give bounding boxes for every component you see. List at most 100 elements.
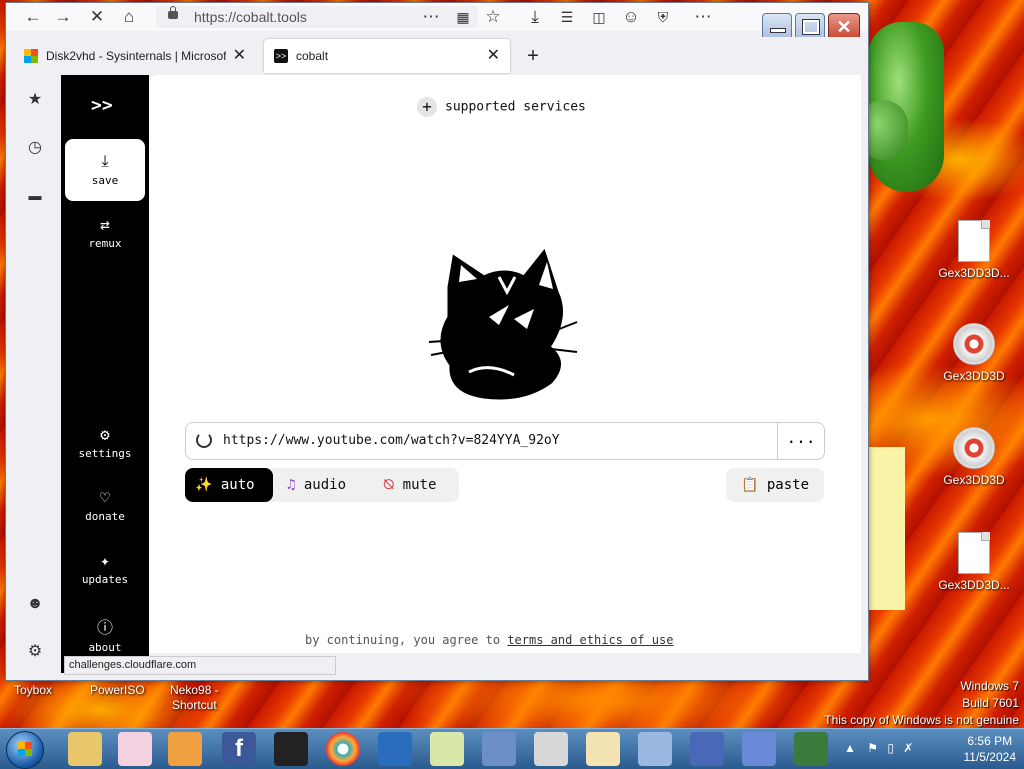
mode-audio-button[interactable]: ♫ audio	[277, 468, 356, 502]
file-icon	[958, 532, 990, 574]
navigation-toolbar: ← → ✕ ⌂ https://cobalt.tools ⋯ ▦ ☆ ⤓ ☰ ◫…	[6, 3, 868, 31]
home-icon[interactable]: ⌂	[118, 6, 140, 28]
history-clock-icon[interactable]: ◷	[24, 137, 46, 159]
tab-cobalt[interactable]: >> cobalt ✕	[264, 39, 510, 73]
loading-spinner-icon	[196, 432, 212, 448]
terminal-app-icon[interactable]	[794, 732, 828, 766]
desktop-icon-disc[interactable]: Gex3DD3D	[934, 427, 1014, 487]
account-icon[interactable]: ☺	[620, 6, 642, 28]
link-input[interactable]: https://www.youtube.com/watch?v=824YYA_9…	[185, 422, 825, 460]
page-actions-icon[interactable]: ⋯	[420, 6, 442, 28]
settings-gear-icon: ⚙	[100, 425, 110, 444]
search-app-icon[interactable]	[638, 732, 672, 766]
terms-link[interactable]: terms and ethics of use	[507, 633, 673, 647]
dolphin-app-icon[interactable]	[378, 732, 412, 766]
remux-icon: ⇄	[100, 215, 110, 234]
desktop-icon-file[interactable]: Gex3DD3D...	[934, 220, 1014, 280]
tab-strip: Disk2vhd - Sysinternals | Microsoft ✕ >>…	[6, 37, 868, 75]
nav-updates[interactable]: ✦ updates	[65, 551, 145, 586]
tab-close-icon[interactable]: ✕	[233, 39, 246, 73]
more-options-button[interactable]: ...	[777, 423, 824, 459]
terms-footer: by continuing, you agree to terms and et…	[305, 633, 673, 647]
microsoft-logo-icon	[24, 49, 38, 63]
bird-app-icon[interactable]	[742, 732, 776, 766]
start-button[interactable]	[6, 731, 44, 769]
clipboard-icon: 📋	[740, 477, 759, 493]
explorer-icon[interactable]	[68, 732, 102, 766]
mute-icon: ⦰	[383, 477, 395, 493]
shield-icon[interactable]: ⛨	[652, 6, 674, 28]
library-icon[interactable]: ☰	[556, 6, 578, 28]
bookmarks-star-icon[interactable]: ★	[24, 89, 46, 111]
power-icon[interactable]: ▯	[887, 741, 894, 755]
desktop-icon-label: Gex3DD3D	[943, 473, 1005, 487]
clock[interactable]: 6:56 PM 11/5/2024	[964, 733, 1017, 765]
volume-muted-icon[interactable]: ✗	[903, 741, 913, 755]
plus-icon: +	[417, 97, 437, 117]
taskbar: f ▲ ⚑ ▯ ✗ 6:56 PM 11/5/2024	[0, 728, 1024, 769]
mode-mute-button[interactable]: ⦰ mute	[373, 468, 446, 502]
cobalt-main: + supported services https://www.youtube.…	[149, 75, 861, 653]
nav-label: save	[91, 174, 119, 187]
lock-icon	[168, 6, 178, 19]
facebook-icon[interactable]: f	[222, 732, 256, 766]
calculator-icon[interactable]	[534, 732, 568, 766]
forward-icon[interactable]: →	[52, 6, 74, 28]
mode-auto-button[interactable]: ✨ auto	[185, 468, 273, 502]
download-mode-switcher: ✨ auto ♫ audio ⦰ mute	[185, 468, 459, 502]
cobalt-favicon-icon: >>	[274, 49, 288, 63]
system-tray: ▲ ⚑ ▯ ✗	[844, 741, 913, 755]
show-hidden-icons-icon[interactable]: ▲	[844, 741, 856, 755]
back-icon[interactable]: ←	[22, 6, 44, 28]
media-player-icon[interactable]	[168, 732, 202, 766]
profile-icon[interactable]: ☻	[24, 593, 46, 615]
nav-remux[interactable]: ⇄ remux	[65, 215, 145, 250]
tab-title: cobalt	[296, 49, 329, 63]
clock-date: 11/5/2024	[963, 750, 1017, 764]
nav-save[interactable]: ⤓ save	[65, 139, 145, 201]
sidebar-settings-icon[interactable]: ⚙	[24, 641, 46, 663]
nav-donate[interactable]: ♡ donate	[65, 488, 145, 523]
supported-services-label: supported services	[445, 99, 586, 115]
nav-about[interactable]: ⓘ about	[65, 614, 145, 654]
extensions-grid-icon[interactable]: ▦	[452, 6, 474, 28]
windows-version: Windows 7	[960, 679, 1019, 693]
ninja-app-icon[interactable]	[274, 732, 308, 766]
tab-disk2vhd[interactable]: Disk2vhd - Sysinternals | Microsoft ✕	[14, 39, 256, 73]
network-app-icon[interactable]	[482, 732, 516, 766]
desktop-icon-neko[interactable]: Neko98 - Shortcut	[170, 683, 219, 713]
paint-tool-icon[interactable]	[118, 732, 152, 766]
browser-app-icon[interactable]	[326, 732, 360, 766]
info-icon: ⓘ	[96, 618, 113, 637]
new-tab-icon[interactable]: +	[518, 39, 548, 73]
gear-app-icon[interactable]	[690, 732, 724, 766]
stop-icon[interactable]: ✕	[86, 6, 108, 28]
flag-icon[interactable]: ⚑	[867, 741, 878, 755]
download-icon: ⤓	[101, 151, 109, 170]
nav-label: donate	[85, 510, 125, 523]
windows-logo-icon	[18, 742, 32, 756]
tab-close-icon[interactable]: ✕	[487, 39, 500, 73]
supported-services-button[interactable]: + supported services	[417, 97, 586, 117]
tab-title: Disk2vhd - Sysinternals | Microsoft	[46, 49, 226, 63]
footer-text: by continuing, you agree to	[305, 633, 501, 647]
cobalt-logo[interactable]: >>	[91, 95, 113, 116]
bookmark-star-icon[interactable]: ☆	[482, 6, 504, 28]
desktop-icon-file[interactable]: Gex3DD3D...	[934, 532, 1014, 592]
folder-app-icon[interactable]	[430, 732, 464, 766]
download-icon[interactable]: ⤓	[524, 6, 546, 28]
nav-settings[interactable]: ⚙ settings	[65, 425, 145, 460]
sidebar-toggle-icon[interactable]: ◫	[588, 6, 610, 28]
paint-icon[interactable]	[586, 732, 620, 766]
desktop-icon-disc[interactable]: Gex3DD3D	[934, 323, 1014, 383]
synced-tabs-icon[interactable]: ▬	[24, 185, 46, 207]
menu-icon[interactable]: ⋯	[692, 6, 714, 28]
desktop-icon-toybox[interactable]: Toybox	[14, 683, 52, 698]
paste-button[interactable]: 📋 paste	[726, 468, 824, 502]
music-note-icon: ♫	[287, 477, 296, 493]
desktop-icon-label: Neko98 -	[170, 683, 219, 697]
desktop-icon-poweriso[interactable]: PowerISO	[90, 683, 145, 698]
sticky-note[interactable]	[868, 447, 905, 610]
heart-icon: ♡	[100, 488, 110, 507]
desktop-icon-label: Shortcut	[172, 698, 217, 712]
